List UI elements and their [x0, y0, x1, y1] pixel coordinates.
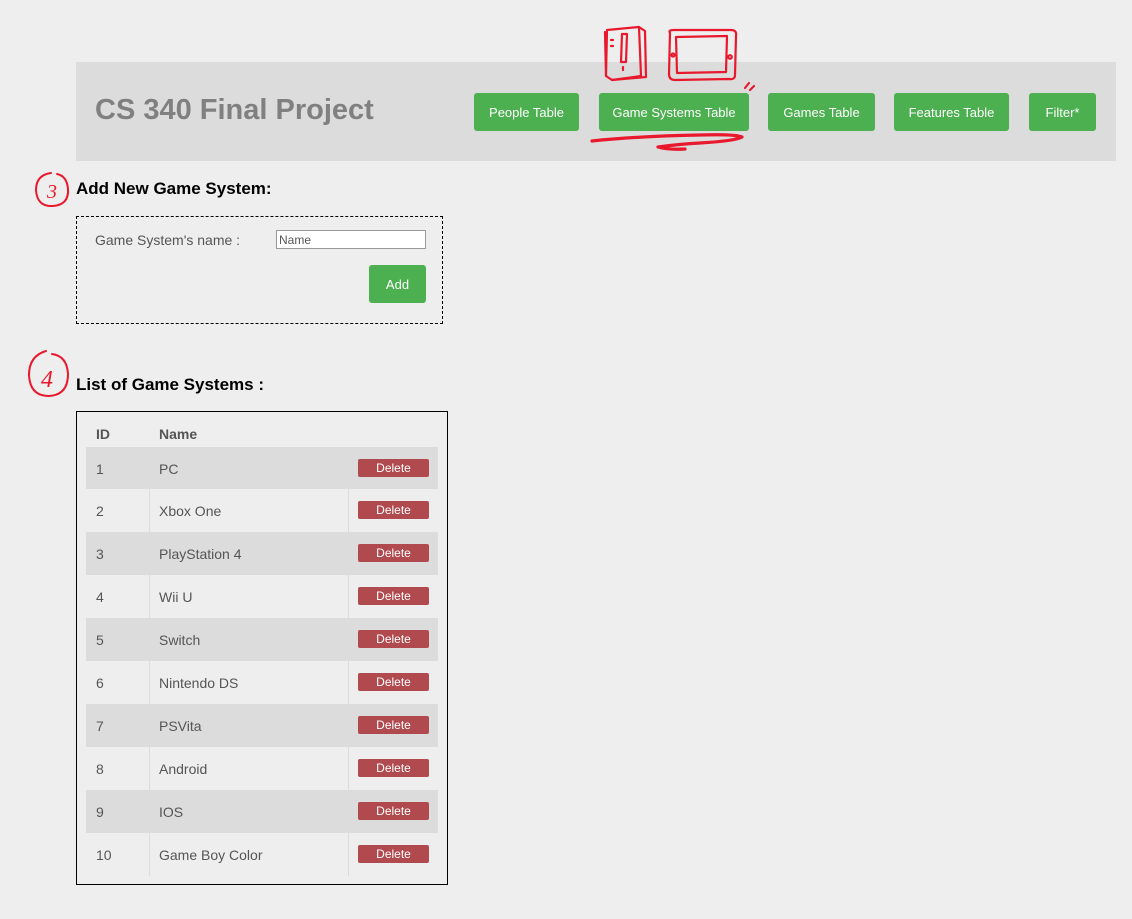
row-name: Game Boy Color: [159, 847, 263, 863]
row-name: PC: [159, 461, 179, 477]
delete-button[interactable]: Delete: [358, 716, 429, 734]
row-name: Nintendo DS: [159, 675, 239, 691]
row-name: IOS: [159, 804, 184, 820]
row-name: Switch: [159, 632, 201, 648]
delete-button[interactable]: Delete: [358, 759, 429, 777]
row-id: 3: [96, 546, 104, 562]
row-name: Android: [159, 761, 208, 777]
row-name: Xbox One: [159, 503, 222, 519]
cell-divider: [149, 489, 150, 532]
delete-button[interactable]: Delete: [358, 630, 429, 648]
row-id: 7: [96, 718, 104, 734]
cell-divider: [149, 833, 150, 876]
column-header-id: ID: [96, 426, 110, 442]
cell-divider: [149, 747, 150, 790]
add-game-system-form: Game System's name : Add: [76, 216, 443, 324]
delete-button[interactable]: Delete: [358, 845, 429, 863]
nav-features-table-button[interactable]: Features Table: [894, 93, 1009, 131]
cell-divider: [348, 747, 349, 790]
delete-button[interactable]: Delete: [358, 802, 429, 820]
nav-filter-button[interactable]: Filter*: [1029, 93, 1096, 131]
row-id: 2: [96, 503, 104, 519]
nav-game-systems-table-button[interactable]: Game Systems Table: [599, 93, 749, 131]
table-row: 5 Switch Delete: [86, 618, 438, 661]
cell-divider: [348, 489, 349, 532]
table-row: 10 Game Boy Color Delete: [86, 833, 438, 876]
row-id: 6: [96, 675, 104, 691]
cell-divider: [348, 575, 349, 618]
table-row: 2 Xbox One Delete: [86, 489, 438, 532]
table-row: 7 PSVita Delete: [86, 704, 438, 747]
game-system-name-input[interactable]: [276, 230, 426, 249]
row-id: 9: [96, 804, 104, 820]
delete-button[interactable]: Delete: [358, 673, 429, 691]
row-id: 5: [96, 632, 104, 648]
delete-button[interactable]: Delete: [358, 501, 429, 519]
step-4-label: 4: [41, 367, 53, 393]
header-bar: CS 340 Final Project People Table Game S…: [76, 62, 1116, 161]
delete-button[interactable]: Delete: [358, 587, 429, 605]
add-button[interactable]: Add: [369, 265, 426, 303]
step-3-label: 3: [46, 181, 57, 203]
add-section-heading: Add New Game System:: [76, 179, 272, 198]
game-system-name-label: Game System's name :: [95, 232, 241, 248]
row-name: Wii U: [159, 589, 193, 605]
table-row: 8 Android Delete: [86, 747, 438, 790]
table-row: 1 PC Delete: [86, 447, 438, 490]
row-name: PSVita: [159, 718, 202, 734]
game-systems-table: ID Name 1 PC Delete 2 Xbox One Delete 3 PlaySta…: [76, 411, 448, 885]
nav-people-table-button[interactable]: People Table: [474, 93, 579, 131]
cell-divider: [149, 661, 150, 704]
cell-divider: [348, 833, 349, 876]
row-id: 4: [96, 589, 104, 605]
row-id: 8: [96, 761, 104, 777]
row-name: PlayStation 4: [159, 546, 242, 562]
cell-divider: [149, 575, 150, 618]
page-title: CS 340 Final Project: [95, 94, 374, 126]
nav-games-table-button[interactable]: Games Table: [768, 93, 875, 131]
row-id: 10: [96, 847, 112, 863]
cell-divider: [348, 661, 349, 704]
table-row: 3 PlayStation 4 Delete: [86, 532, 438, 575]
column-header-name: Name: [159, 426, 198, 442]
delete-button[interactable]: Delete: [358, 459, 429, 477]
list-section-heading: List of Game Systems :: [76, 375, 265, 394]
row-id: 1: [96, 461, 104, 477]
table-row: 6 Nintendo DS Delete: [86, 661, 438, 704]
table-row: 4 Wii U Delete: [86, 575, 438, 618]
table-row: 9 IOS Delete: [86, 790, 438, 833]
delete-button[interactable]: Delete: [358, 544, 429, 562]
